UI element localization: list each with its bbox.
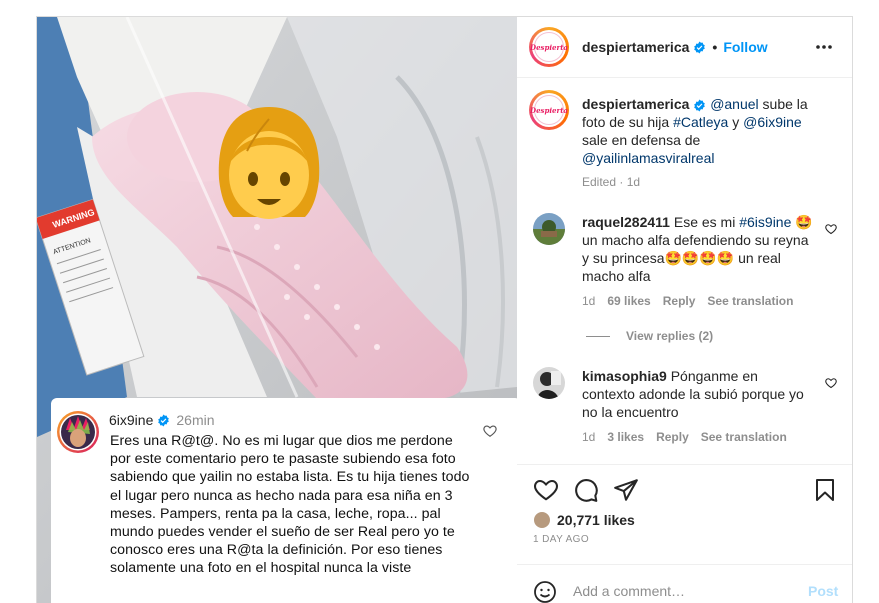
verified-badge-icon — [158, 414, 170, 426]
caption-text-3: sale en defensa de — [582, 132, 701, 148]
verified-badge-icon — [694, 41, 706, 53]
account-logo: Despierta — [530, 32, 568, 62]
comment-icon[interactable] — [573, 477, 599, 508]
post-comment-button[interactable]: Post — [808, 583, 838, 599]
separator-dot: • — [712, 39, 718, 55]
liker-avatar — [533, 511, 551, 529]
header-divider — [517, 77, 852, 78]
more-options-icon[interactable] — [814, 37, 834, 57]
6ix9ine-avatar — [57, 411, 99, 453]
heart-icon — [483, 424, 497, 443]
see-translation-button[interactable]: See translation — [707, 294, 793, 308]
caption-avatar[interactable]: Despierta — [529, 90, 569, 130]
view-replies-label: View replies (2) — [626, 329, 714, 343]
post-caption: despiertamerica @anuel sube la foto de s… — [582, 95, 822, 167]
likes-summary[interactable]: 20,771 likes — [533, 511, 635, 529]
comment-likes[interactable]: 3 likes — [607, 430, 644, 444]
caption-mention-6ix9ine[interactable]: @6ix9ine — [743, 114, 802, 130]
caption-mention-anuel[interactable]: @anuel — [710, 96, 758, 112]
add-comment-input[interactable]: Add a comment… — [573, 583, 685, 599]
actions-divider — [517, 464, 852, 465]
caption-username[interactable]: despiertamerica — [582, 96, 689, 112]
replies-line — [586, 335, 610, 337]
reply-button[interactable]: Reply — [656, 430, 689, 444]
comment-username[interactable]: raquel282411 — [582, 214, 670, 230]
share-icon[interactable] — [613, 477, 639, 508]
comment-time: 1d — [582, 430, 596, 444]
bookmark-icon[interactable] — [813, 477, 837, 508]
heart-icon[interactable] — [533, 477, 559, 508]
caption-mention-yailin[interactable]: @yailinlamasviralreal — [582, 150, 714, 166]
caption-avatar-logo: Despierta — [530, 95, 568, 125]
see-translation-button[interactable]: See translation — [701, 430, 787, 444]
comment-likes[interactable]: 69 likes — [607, 294, 650, 308]
caption-hashtag-catleya[interactable]: #Catleya — [673, 114, 728, 130]
overlay-comment-header: 6ix9ine 26min — [109, 412, 215, 428]
comment-meta: 1d 69 likes Reply See translation — [582, 294, 793, 308]
comment-like-icon[interactable] — [825, 222, 837, 240]
verified-badge-icon — [694, 99, 706, 112]
comment-text: raquel282411 Ese es mi #6is9ine 🤩 un mac… — [582, 213, 814, 285]
commenter-avatar[interactable] — [533, 213, 565, 245]
caption-text-2: y — [728, 114, 744, 130]
reply-button[interactable]: Reply — [663, 294, 696, 308]
commenter-avatar[interactable] — [533, 367, 565, 399]
post-media[interactable]: WARNING ATTENTION 6ix9ine 26min Eres una… — [37, 17, 517, 603]
comment-meta: 1d 3 likes Reply See translation — [582, 430, 787, 444]
comment-hashtag[interactable]: #6is9ine — [739, 214, 791, 230]
post-time-ago[interactable]: 1 DAY AGO — [533, 534, 589, 545]
smiley-icon[interactable] — [533, 580, 557, 603]
overlay-comment-time: 26min — [176, 412, 215, 428]
follow-button[interactable]: Follow — [723, 39, 767, 55]
comment-username[interactable]: kimasophia9 — [582, 368, 667, 384]
comment-like-icon[interactable] — [825, 376, 837, 394]
add-comment-row: Add a comment… Post — [517, 580, 852, 603]
account-username[interactable]: despiertamerica — [582, 39, 689, 55]
girl-emoji-icon — [209, 99, 329, 234]
comment-time: 1d — [582, 294, 596, 308]
account-avatar[interactable]: Despierta — [529, 27, 569, 67]
post-header: despiertamerica • Follow — [582, 39, 768, 55]
caption-edited-time: Edited · 1d — [582, 175, 641, 189]
post-actions — [517, 477, 852, 508]
comment-box-divider — [517, 564, 852, 565]
view-replies-button[interactable]: View replies (2) — [586, 329, 713, 343]
post-side-panel: Despierta despiertamerica • Follow Despi… — [517, 17, 852, 603]
overlay-comment-username: 6ix9ine — [109, 412, 154, 428]
comment-body-pre: Ese es mi — [669, 214, 740, 230]
instagram-post: WARNING ATTENTION 6ix9ine 26min Eres una… — [36, 16, 853, 603]
comment-text: kimasophia9 Pónganme en contexto adonde … — [582, 367, 814, 421]
overlay-comment-text: Eres una R@t@. No es mi lugar que dios m… — [110, 433, 470, 577]
screenshot-comment-card: 6ix9ine 26min Eres una R@t@. No es mi lu… — [51, 398, 517, 603]
likes-count[interactable]: 20,771 likes — [557, 512, 635, 528]
